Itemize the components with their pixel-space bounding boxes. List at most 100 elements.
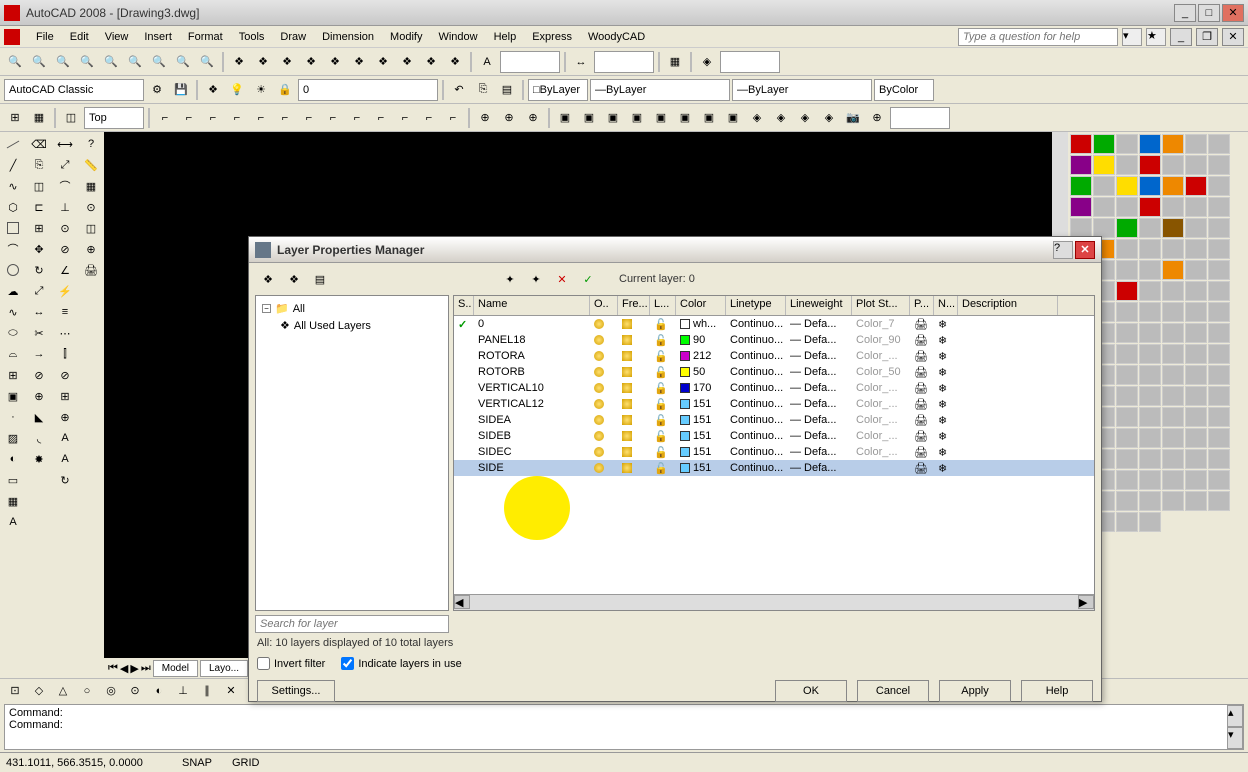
- osnap-1-icon[interactable]: ⊡: [4, 680, 26, 702]
- palette-btn[interactable]: [1185, 176, 1207, 196]
- dim-quick-icon[interactable]: ⚡: [54, 281, 76, 301]
- ucs-icon[interactable]: ⊞: [4, 107, 26, 129]
- plot-cell[interactable]: 🖨: [910, 460, 934, 476]
- plotstyle-cell[interactable]: Color_90: [852, 332, 910, 348]
- newvp-cell[interactable]: ❄: [934, 460, 958, 476]
- palette-btn[interactable]: [1139, 134, 1161, 154]
- zoom-extents-icon[interactable]: 🔍: [196, 51, 218, 73]
- palette-btn[interactable]: [1162, 449, 1184, 469]
- on-cell[interactable]: [590, 332, 618, 348]
- plotstyle-cell[interactable]: Color_...: [852, 412, 910, 428]
- solid-3-icon[interactable]: ▣: [602, 107, 624, 129]
- col-description[interactable]: Description: [958, 296, 1058, 315]
- freeze-cell[interactable]: [618, 428, 650, 444]
- on-cell[interactable]: [590, 412, 618, 428]
- solid-2-icon[interactable]: ▣: [578, 107, 600, 129]
- palette-btn[interactable]: [1139, 470, 1161, 490]
- col-plotstyle[interactable]: Plot St...: [852, 296, 910, 315]
- col-lock[interactable]: L...: [650, 296, 676, 315]
- filter-tree[interactable]: − 📁 All ❖ All Used Layers: [255, 295, 449, 611]
- join-icon[interactable]: ⊕: [28, 386, 50, 406]
- palette-btn[interactable]: [1185, 407, 1207, 427]
- tab-nav-next-icon[interactable]: ▶: [130, 662, 138, 675]
- freeze-cell[interactable]: [618, 460, 650, 476]
- tree-collapse-icon[interactable]: −: [262, 304, 271, 313]
- palette-btn[interactable]: [1208, 470, 1230, 490]
- table-style-icon[interactable]: ▦: [664, 51, 686, 73]
- dialog-close-icon[interactable]: ✕: [1075, 241, 1095, 259]
- spline-icon[interactable]: ∿: [2, 302, 24, 322]
- help-star-icon[interactable]: ★: [1146, 28, 1166, 46]
- app-menu-icon[interactable]: [4, 29, 20, 45]
- freeze-cell[interactable]: [618, 396, 650, 412]
- palette-btn[interactable]: [1070, 218, 1092, 238]
- workspace-save-icon[interactable]: 💾: [170, 79, 192, 101]
- solid-8-icon[interactable]: ▣: [722, 107, 744, 129]
- center-mark-icon[interactable]: ⊕: [54, 407, 76, 427]
- on-cell[interactable]: [590, 428, 618, 444]
- mtext-icon[interactable]: A: [2, 512, 24, 532]
- table-body[interactable]: ✓0🔓wh...Continuo...— Defa...Color_7🖨❄PAN…: [454, 316, 1094, 594]
- circle-icon[interactable]: [2, 260, 24, 280]
- ellipsearc-icon[interactable]: ⌓: [2, 344, 24, 364]
- polygon-icon[interactable]: ⬡: [2, 197, 24, 217]
- plot-cell[interactable]: 🖨: [910, 428, 934, 444]
- lineweight-cell[interactable]: — Defa...: [786, 428, 852, 444]
- new-layer-vp-icon[interactable]: ✦: [525, 268, 547, 290]
- palette-btn[interactable]: [1185, 365, 1207, 385]
- lock-cell[interactable]: 🔓: [650, 444, 676, 460]
- pline-icon[interactable]: ∿: [2, 176, 24, 196]
- layer-on-icon[interactable]: 💡: [226, 79, 248, 101]
- palette-btn[interactable]: [1139, 428, 1161, 448]
- doc-close-button[interactable]: ✕: [1222, 28, 1244, 46]
- ucs-4-icon[interactable]: ⌐: [226, 107, 248, 129]
- palette-btn[interactable]: [1093, 197, 1115, 217]
- lineweight-combo[interactable]: — ByLayer: [732, 79, 872, 101]
- freeze-cell[interactable]: [618, 380, 650, 396]
- extend-icon[interactable]: →: [28, 344, 50, 364]
- ucs-9-icon[interactable]: ⌐: [346, 107, 368, 129]
- linetype-cell[interactable]: Continuo...: [726, 332, 786, 348]
- table-row[interactable]: ✓0🔓wh...Continuo...— Defa...Color_7🖨❄: [454, 316, 1094, 332]
- newvp-cell[interactable]: ❄: [934, 332, 958, 348]
- palette-btn[interactable]: [1208, 302, 1230, 322]
- solid-6-icon[interactable]: ▣: [674, 107, 696, 129]
- name-cell[interactable]: PANEL18: [474, 332, 590, 348]
- palette-btn[interactable]: [1162, 260, 1184, 280]
- palette-btn[interactable]: [1162, 365, 1184, 385]
- palette-btn[interactable]: [1116, 428, 1138, 448]
- tab-nav-first-icon[interactable]: ⏮: [108, 662, 118, 675]
- on-cell[interactable]: [590, 316, 618, 332]
- palette-btn[interactable]: [1208, 386, 1230, 406]
- newvp-cell[interactable]: ❄: [934, 428, 958, 444]
- table-row[interactable]: VERTICAL12🔓151Continuo...— Defa...Color_…: [454, 396, 1094, 412]
- palette-btn[interactable]: [1139, 239, 1161, 259]
- cancel-button[interactable]: Cancel: [857, 680, 929, 702]
- name-cell[interactable]: SIDE: [474, 460, 590, 476]
- doc-minimize-button[interactable]: _: [1170, 28, 1192, 46]
- color-combo[interactable]: □ ByLayer: [528, 79, 588, 101]
- inquiry-1-icon[interactable]: ?: [80, 134, 102, 154]
- plot-cell[interactable]: 🖨: [910, 348, 934, 364]
- inquiry-6-icon[interactable]: ⊕: [80, 239, 102, 259]
- layer-combo[interactable]: 0: [298, 79, 438, 101]
- lineweight-cell[interactable]: — Defa...: [786, 316, 852, 332]
- tab-model[interactable]: Model: [153, 660, 198, 677]
- dim-angular-icon[interactable]: ∠: [54, 260, 76, 280]
- linetype-cell[interactable]: Continuo...: [726, 460, 786, 476]
- palette-btn[interactable]: [1139, 281, 1161, 301]
- palette-btn[interactable]: [1162, 281, 1184, 301]
- color-cell[interactable]: 151: [676, 460, 726, 476]
- newvp-cell[interactable]: ❄: [934, 444, 958, 460]
- move-icon[interactable]: ✥: [28, 239, 50, 259]
- zoom-realtime-icon[interactable]: 🔍: [4, 51, 26, 73]
- line-icon[interactable]: [2, 134, 24, 154]
- on-cell[interactable]: [590, 348, 618, 364]
- palette-btn[interactable]: [1185, 197, 1207, 217]
- invert-filter-checkbox[interactable]: Invert filter: [257, 657, 325, 670]
- osnap-4-icon[interactable]: ○: [76, 680, 98, 702]
- ucs-10-icon[interactable]: ⌐: [370, 107, 392, 129]
- name-cell[interactable]: ROTORB: [474, 364, 590, 380]
- palette-btn[interactable]: [1208, 323, 1230, 343]
- palette-btn[interactable]: [1139, 260, 1161, 280]
